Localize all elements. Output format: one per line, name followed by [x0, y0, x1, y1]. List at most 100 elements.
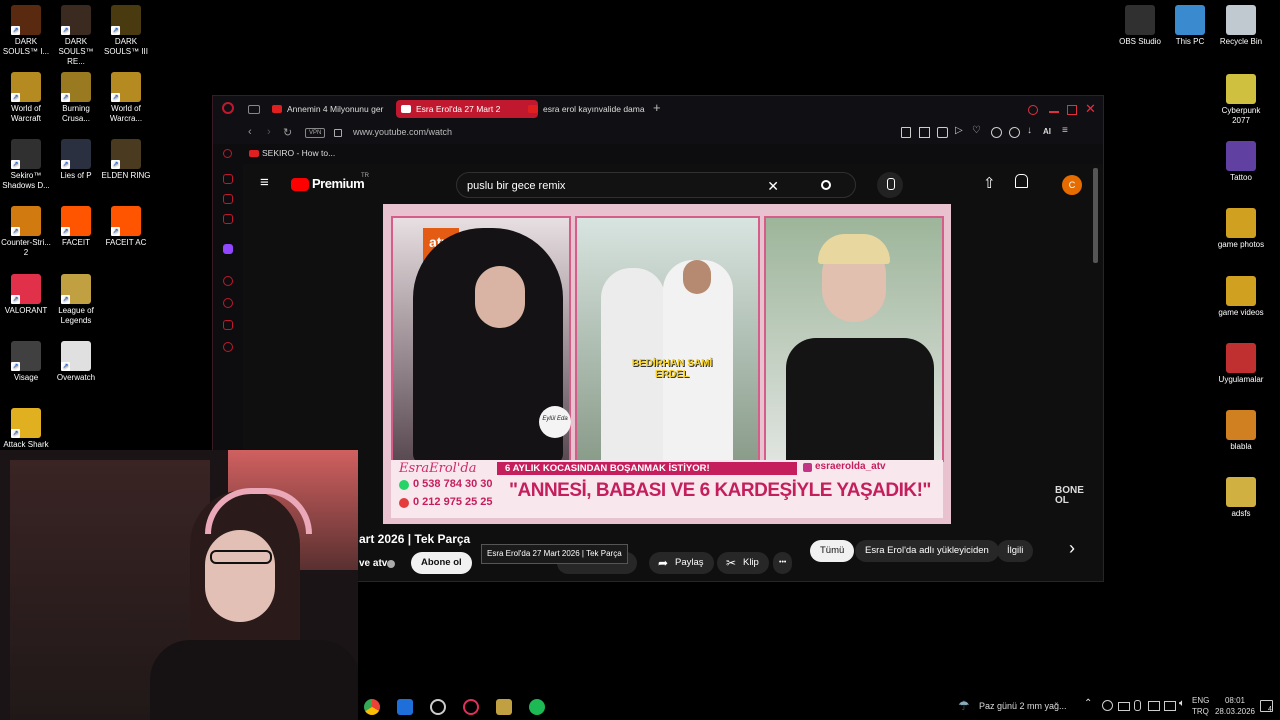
desktop-icon[interactable]: Recycle Bin	[1215, 5, 1267, 47]
bookmark-sekiro[interactable]: SEKIRO - How to...	[262, 148, 335, 158]
clock[interactable]: 08:01 28.03.2026	[1214, 695, 1256, 717]
desktop-icon[interactable]: ↗ Counter-Stri... 2	[0, 206, 52, 258]
shield-icon[interactable]	[937, 127, 948, 138]
hamburger-menu-icon[interactable]: ≡	[260, 174, 269, 191]
desktop-icon[interactable]: OBS Studio	[1114, 5, 1166, 47]
create-icon[interactable]: ⇧	[983, 174, 996, 192]
channel-name[interactable]: ve atv	[359, 558, 387, 569]
desktop-icon[interactable]: This PC	[1164, 5, 1216, 47]
settings-icon[interactable]	[223, 342, 233, 352]
vpn-badge[interactable]: VPN	[305, 128, 326, 138]
search-tabs-icon[interactable]	[1028, 105, 1038, 115]
maximize-button[interactable]	[1067, 105, 1077, 115]
clip-button[interactable]: ✂ Klip	[717, 552, 769, 574]
chrome-icon[interactable]	[364, 699, 380, 715]
desktop-icon[interactable]: ↗ Attack Shark	[0, 408, 52, 450]
desktop-icon[interactable]: ↗ DARK SOULS™ RE...	[50, 5, 102, 67]
messenger-icon[interactable]	[223, 194, 233, 204]
desktop-icon[interactable]: ↗ ELDEN RING	[100, 139, 152, 181]
scrollbar[interactable]	[1093, 168, 1098, 263]
download-icon[interactable]: ↓	[1027, 125, 1032, 136]
spotify-icon[interactable]	[529, 699, 545, 715]
pin-icon[interactable]	[901, 127, 911, 138]
reload-icon[interactable]: ↻	[283, 126, 292, 139]
desktop-icon[interactable]: Cyberpunk 2077	[1215, 74, 1267, 126]
league-icon[interactable]	[496, 699, 512, 715]
chip-all[interactable]: Tümü	[810, 540, 855, 562]
share-button[interactable]: ➦ Paylaş	[649, 552, 714, 574]
opera-gx-icon[interactable]	[463, 699, 479, 715]
desktop-icon[interactable]: game photos	[1215, 208, 1267, 250]
forward-icon[interactable]: ›	[267, 126, 271, 138]
mic-tray-icon[interactable]	[1134, 700, 1141, 711]
search-icon[interactable]	[821, 180, 831, 190]
desktop-icon[interactable]: ↗ World of Warcra...	[100, 72, 152, 124]
workspaces-icon[interactable]	[248, 105, 260, 114]
tab-2[interactable]: Esra Erol'da 27 Mart 2	[396, 100, 538, 118]
twitch-icon[interactable]	[223, 244, 233, 254]
tray-chevron-icon[interactable]: ⌃	[1084, 698, 1092, 709]
opera-logo-icon[interactable]	[222, 102, 234, 114]
search-input[interactable]: puslu bir gece remix ✕	[456, 172, 856, 198]
desktop-icon[interactable]: ↗ VALORANT	[0, 274, 52, 316]
close-button[interactable]: ✕	[1085, 101, 1096, 117]
menu-icon[interactable]: ≡	[1062, 125, 1068, 136]
snapshot-icon[interactable]	[919, 127, 930, 138]
minimize-button[interactable]	[1049, 111, 1059, 113]
url-field[interactable]: www.youtube.com/watch	[353, 127, 452, 137]
subscribe-button[interactable]: Abone ol	[411, 552, 472, 574]
refresh-sidebar-icon[interactable]	[223, 149, 232, 158]
wifi-icon[interactable]	[1102, 700, 1113, 711]
app-icon	[1175, 5, 1205, 35]
desktop-icon[interactable]: ↗ FACEIT	[50, 206, 102, 248]
desktop-icon[interactable]: adsfs	[1215, 477, 1267, 519]
tab-3[interactable]: esra erol kayınvalide dama	[523, 100, 665, 118]
language-indicator[interactable]: ENG TRQ	[1192, 695, 1209, 717]
history-icon[interactable]	[223, 298, 233, 308]
desktop-icon[interactable]: blabla	[1215, 410, 1267, 452]
desktop-icon[interactable]: Uygulamalar	[1215, 343, 1267, 385]
chip-uploader[interactable]: Esra Erol'da adlı yükleyiciden	[855, 540, 999, 562]
video-player[interactable]: atv Eylül Eda BEDİRHAN SAMİ ERDEL EsraEr…	[383, 204, 951, 524]
tab-1[interactable]: Annemin 4 Milyonunu ger	[267, 100, 405, 118]
player-icon[interactable]	[223, 276, 233, 286]
pinboard-icon[interactable]	[223, 320, 233, 330]
desktop-icon[interactable]: ↗ FACEIT AC	[100, 206, 152, 248]
network-icon[interactable]	[1164, 701, 1176, 711]
clear-search-icon[interactable]: ✕	[767, 173, 779, 199]
desktop-icon[interactable]: ↗ Overwatch	[50, 341, 102, 383]
desktop-icon[interactable]: ↗ Lies of P	[50, 139, 102, 181]
new-tab-button[interactable]: +	[653, 100, 661, 115]
app-icon[interactable]	[397, 699, 413, 715]
extensions-icon[interactable]	[991, 127, 1002, 138]
profile-icon[interactable]	[1009, 127, 1020, 138]
weather-icon[interactable]: ☂	[958, 698, 970, 714]
desktop-icon[interactable]: ↗ DARK SOULS™ III	[100, 5, 152, 57]
battery-icon[interactable]	[1118, 702, 1130, 711]
chips-next-button[interactable]: ›	[1069, 538, 1075, 559]
desktop-icon[interactable]: game videos	[1215, 276, 1267, 318]
desktop-icon[interactable]: ↗ World of Warcraft	[0, 72, 52, 124]
volume-icon[interactable]: 🔈︎	[1179, 698, 1185, 709]
desktop-icon[interactable]: ↗ Visage	[0, 341, 52, 383]
notifications-icon[interactable]	[1015, 174, 1028, 188]
desktop-icon[interactable]: ↗ Sekiro™ Shadows D...	[0, 139, 52, 191]
back-icon[interactable]: ‹	[248, 126, 252, 138]
speedtest-icon[interactable]	[430, 699, 446, 715]
desktop-icon[interactable]: ↗ DARK SOULS™ I...	[0, 5, 52, 57]
screen-icon[interactable]	[1148, 701, 1160, 711]
desktop-icon[interactable]: ↗ League of Legends	[50, 274, 102, 326]
desktop-icon[interactable]: Tattoo	[1215, 141, 1267, 183]
play-icon[interactable]: ▷	[955, 125, 963, 136]
desktop-icon[interactable]: ↗ Burning Crusa...	[50, 72, 102, 124]
account-avatar[interactable]: C	[1062, 175, 1082, 195]
chip-related[interactable]: İlgili	[997, 540, 1034, 562]
ai-sidebar-icon[interactable]	[223, 174, 233, 184]
more-actions-button[interactable]: •••	[773, 552, 793, 574]
ai-button[interactable]: AI	[1043, 127, 1051, 136]
weather-text[interactable]: Paz günü 2 mm yağ...	[979, 701, 1067, 711]
app-icon: ↗	[111, 72, 141, 102]
heart-icon[interactable]: ♡	[972, 125, 981, 136]
app-icon	[1226, 141, 1256, 171]
instagram-icon[interactable]	[223, 214, 233, 224]
